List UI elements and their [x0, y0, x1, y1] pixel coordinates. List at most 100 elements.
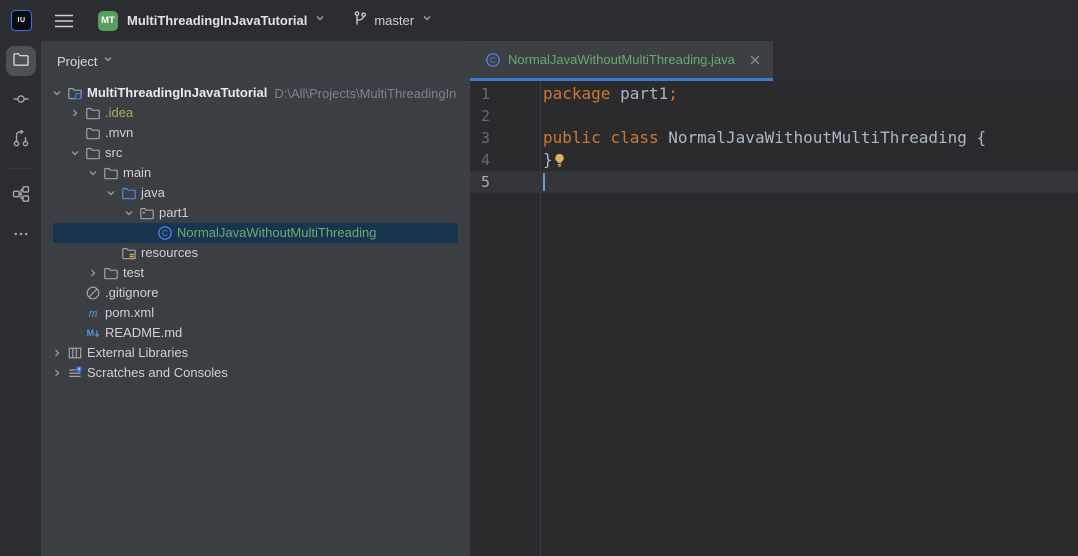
project-tool-button[interactable]: [5, 46, 36, 76]
ellipsis-icon: [12, 225, 30, 248]
tree-item-label: test: [123, 265, 144, 280]
chevron-down-icon: [100, 51, 116, 72]
hamburger-icon: [55, 14, 73, 28]
ignored-icon: [85, 285, 101, 301]
tool-window-stripe: [0, 41, 41, 556]
tree-item-label: src: [105, 145, 123, 160]
code-line[interactable]: 5: [470, 171, 1078, 193]
tree-row[interactable]: Scratches and Consoles: [41, 363, 470, 383]
code-editor[interactable]: 1 package part1; 2 3 public class NormalJava…: [470, 81, 1078, 556]
code-token: NormalJavaWithoutMultiThreading {: [658, 128, 987, 147]
project-panel-header[interactable]: Project: [41, 41, 470, 81]
project-folder-icon: [67, 85, 83, 101]
chevron-down-icon[interactable]: [103, 185, 119, 201]
tree-row[interactable]: MultiThreadingInJavaTutorial D:\All\Proje…: [41, 83, 470, 103]
code-line-text: }: [540, 149, 567, 171]
tree-item-label: Scratches and Consoles: [87, 365, 228, 380]
project-widget[interactable]: MT MultiThreadingInJavaTutorial: [94, 6, 332, 36]
tree-item-label: part1: [159, 205, 189, 220]
tree-row[interactable]: M README.md: [41, 323, 470, 343]
vcs-widget[interactable]: master: [348, 6, 439, 36]
code-line-text: package part1;: [540, 83, 678, 105]
more-tool-windows-button[interactable]: [6, 221, 36, 251]
structure-tool-button[interactable]: [6, 181, 36, 211]
tree-row[interactable]: test: [41, 263, 470, 283]
folder-resources-icon: [121, 245, 137, 261]
line-number: 4: [481, 151, 491, 169]
tree-row[interactable]: External Libraries: [41, 343, 470, 363]
editor-tab[interactable]: C NormalJavaWithoutMultiThreading.java: [470, 41, 773, 81]
chevron-down-icon: [312, 10, 328, 31]
tree-row[interactable]: part1: [41, 203, 470, 223]
svg-text:C: C: [490, 54, 496, 64]
git-branch-icon: [352, 10, 368, 31]
tree-row[interactable]: .idea: [41, 103, 470, 123]
tree-row[interactable]: .gitignore: [41, 283, 470, 303]
package-icon: [139, 205, 155, 221]
tree-row[interactable]: main: [41, 163, 470, 183]
chevron-down-icon[interactable]: [67, 145, 83, 161]
editor-tab-bar: C NormalJavaWithoutMultiThreading.java: [470, 41, 1078, 81]
folder-icon: [103, 265, 119, 281]
tree-row[interactable]: .mvn: [41, 123, 470, 143]
code-line[interactable]: 4}: [470, 149, 1078, 171]
project-avatar: MT: [98, 10, 118, 31]
tree-item-label: README.md: [105, 325, 183, 340]
pull-request-icon: [12, 128, 30, 153]
markdown-icon: M: [85, 325, 101, 341]
folder-icon: [103, 165, 119, 181]
code-line-text: public class NormalJavaWithoutMultiThrea…: [540, 127, 986, 149]
tree-row[interactable]: src: [41, 143, 470, 163]
tree-item-label: resources: [141, 245, 199, 260]
chevron-down-icon[interactable]: [85, 165, 101, 181]
tree-row[interactable]: C NormalJavaWithoutMultiThreading: [41, 223, 470, 243]
structure-icon: [12, 185, 30, 208]
chevron-right-icon[interactable]: [49, 365, 65, 381]
tree-item-label: java: [141, 185, 165, 200]
maven-icon: m: [85, 305, 101, 321]
project-tool-window: Project MultiThreadingInJavaTutorial D:\A…: [41, 41, 470, 556]
code-line[interactable]: 3 public class NormalJavaWithoutMultiThre…: [470, 127, 1078, 149]
folder-icon: [85, 145, 101, 161]
intellij-logo-icon[interactable]: IU: [11, 10, 32, 31]
code-line-text: [540, 171, 545, 193]
code-line[interactable]: 2: [470, 105, 1078, 127]
tree-item-path: D:\All\Projects\MultiThreadingIn: [274, 85, 457, 101]
chevron-down-icon: [419, 10, 435, 31]
code-token: ;: [668, 84, 678, 103]
tree-row[interactable]: java: [41, 183, 470, 203]
main-menu-button[interactable]: [47, 6, 81, 36]
line-number: 2: [481, 107, 491, 125]
branch-name: master: [374, 13, 415, 28]
folder-icon: [12, 50, 30, 73]
chevron-right-icon[interactable]: [85, 265, 101, 281]
svg-text:m: m: [88, 306, 97, 320]
code-token: public: [543, 128, 601, 147]
tree-item-label: .mvn: [105, 125, 134, 140]
tree-row[interactable]: resources: [41, 243, 470, 263]
chevron-right-icon[interactable]: [67, 105, 83, 121]
intention-bulb-icon[interactable]: [552, 152, 567, 168]
code-line[interactable]: 1 package part1;: [470, 83, 1078, 105]
folder-icon: [85, 125, 101, 141]
line-number: 3: [481, 129, 491, 147]
commit-tool-button[interactable]: [6, 86, 36, 116]
close-icon[interactable]: [747, 52, 763, 68]
chevron-down-icon[interactable]: [49, 85, 65, 101]
chevron-right-icon[interactable]: [49, 345, 65, 361]
line-number: 5: [481, 173, 491, 191]
main-toolbar: IU MT MultiThreadingInJavaTutorial maste…: [0, 0, 1078, 41]
tab-filename: NormalJavaWithoutMultiThreading.java: [508, 52, 735, 67]
tree-row[interactable]: m pom.xml: [41, 303, 470, 323]
commit-icon: [12, 90, 30, 113]
svg-text:M: M: [87, 328, 95, 338]
chevron-down-icon[interactable]: [121, 205, 137, 221]
pull-requests-tool-button[interactable]: [6, 126, 36, 156]
